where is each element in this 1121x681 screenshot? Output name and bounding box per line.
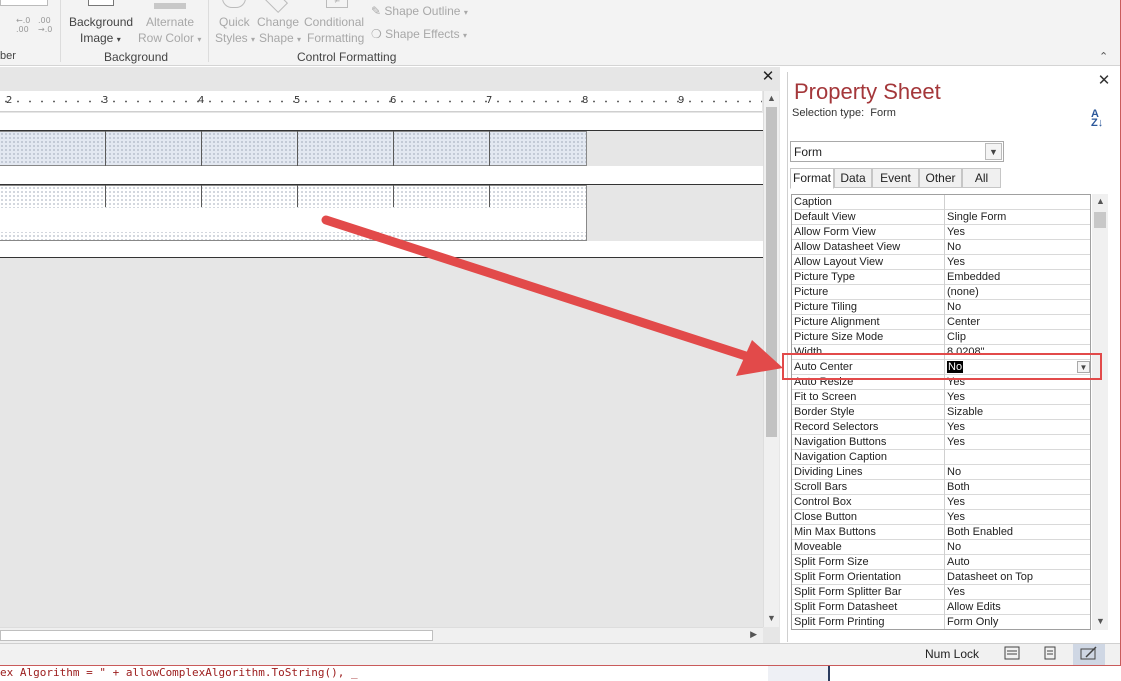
num-lock-indicator: Num Lock (925, 647, 980, 661)
annotation-arrow-icon (321, 215, 783, 376)
taskbar-thumbnail (768, 666, 830, 681)
layout-view-icon[interactable] (1042, 646, 1060, 662)
code-editor-line: ex Algorithm = " + allowComplexAlgorithm… (0, 666, 760, 681)
design-view-icon[interactable] (1080, 646, 1098, 662)
form-view-icon[interactable] (1004, 646, 1022, 662)
